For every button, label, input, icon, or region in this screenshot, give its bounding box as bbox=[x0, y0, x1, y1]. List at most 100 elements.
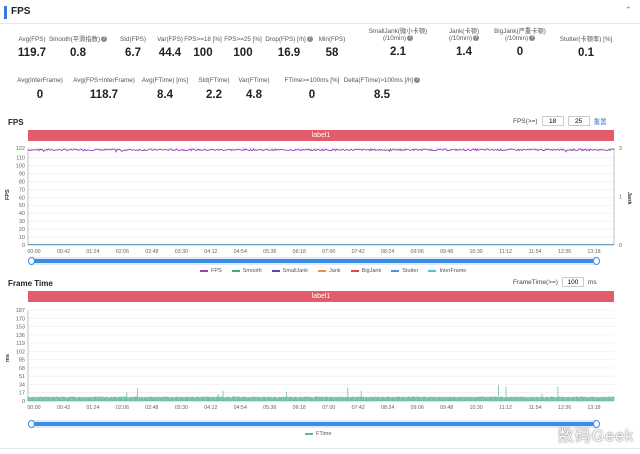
y-tick-label: 40 bbox=[19, 211, 25, 217]
header-accent-bar bbox=[4, 6, 7, 19]
fps-chart: 1221101009080706050403020100210JankFPS00… bbox=[5, 146, 632, 254]
x-tick-label: 00:00 bbox=[27, 405, 40, 411]
frametime-legend: FTime bbox=[305, 431, 331, 437]
stat-label-text: BigJank(严重卡顿) bbox=[494, 28, 546, 35]
legend-item-jank[interactable]: Jank bbox=[318, 268, 341, 274]
legend-label: Stutter bbox=[402, 268, 419, 274]
help-icon[interactable]: ? bbox=[414, 77, 421, 84]
x-tick-label: 09:48 bbox=[440, 405, 453, 411]
frametime-filter-label: FrameTime(>=) bbox=[513, 278, 558, 286]
legend-item-interframe[interactable]: InterFrame bbox=[428, 268, 466, 274]
frametime-threshold-input[interactable] bbox=[561, 277, 584, 287]
y-tick-label: 70 bbox=[19, 187, 25, 193]
fps-threshold-input-2[interactable] bbox=[567, 116, 590, 126]
x-tick-label: 08:24 bbox=[381, 249, 394, 254]
stat-stats_row2-5: FTime>=100ms [%] 0 bbox=[272, 77, 352, 101]
y-tick-label: 80 bbox=[19, 179, 25, 185]
x-tick-label: 02:06 bbox=[116, 249, 129, 254]
legend-item-stutter[interactable]: Stutter bbox=[391, 268, 418, 274]
panel-header: FPS ⌃ bbox=[0, 0, 640, 24]
chevron-up-icon[interactable]: ⌃ bbox=[624, 5, 632, 16]
y-tick-label: 122 bbox=[16, 146, 25, 152]
y-tick-label: 85 bbox=[19, 358, 25, 364]
legend-label: BigJank bbox=[361, 268, 382, 274]
fps-legend: FPS Smooth SmallJank Jank BigJank Stutter Inte… bbox=[200, 268, 466, 274]
fps-filter: FPS(>=) 重置 bbox=[513, 116, 607, 126]
legend-item-smalljank[interactable]: SmallJank bbox=[271, 268, 308, 274]
frametime-unit: ms bbox=[587, 278, 597, 286]
x-tick-label: 00:42 bbox=[57, 249, 70, 254]
stat-label-text: Min(FPS) bbox=[318, 36, 346, 43]
help-icon[interactable]: ? bbox=[473, 35, 480, 42]
x-tick-label: 10:30 bbox=[469, 249, 482, 254]
y-tick-label: 187 bbox=[16, 308, 25, 314]
y-right-axis-label: Jank bbox=[626, 192, 632, 205]
legend-label: InterFrame bbox=[439, 268, 467, 274]
frametime-time-scrollbar[interactable] bbox=[28, 420, 600, 428]
x-tick-label: 13:18 bbox=[587, 405, 600, 411]
stat-label-text: Avg(InterFrame) bbox=[17, 77, 63, 84]
y-axis-label: FPS bbox=[5, 189, 11, 200]
x-tick-label: 05:36 bbox=[263, 405, 276, 411]
x-tick-label: 02:48 bbox=[145, 405, 158, 411]
frametime-section-title: Frame Time bbox=[8, 279, 53, 288]
legend-item-smooth[interactable]: Smooth bbox=[231, 268, 262, 274]
stat-label-text: SmallJank(微小卡顿) bbox=[368, 28, 428, 35]
y-tick-label: 136 bbox=[16, 333, 25, 339]
scrollbar-handle-left[interactable] bbox=[28, 257, 35, 265]
stat-label: Stutter(卡顿率) [%] bbox=[546, 36, 626, 43]
y-tick-label: 119 bbox=[16, 341, 25, 347]
reset-button[interactable]: 重置 bbox=[594, 116, 607, 126]
legend-item-ftime[interactable]: FTime bbox=[305, 431, 331, 437]
help-icon[interactable]: ? bbox=[407, 35, 414, 42]
x-tick-label: 03:30 bbox=[175, 249, 188, 254]
stat-stats_row2-6: Delta(FTime)>100ms [/h]? 8.5 bbox=[342, 77, 422, 101]
legend-item-bigjank[interactable]: BigJank bbox=[350, 268, 382, 274]
fps-time-scrollbar[interactable] bbox=[28, 257, 600, 265]
stat-label-text: Stutter(卡顿率) [%] bbox=[559, 36, 613, 43]
x-tick-label: 00:00 bbox=[27, 249, 40, 254]
x-tick-label: 11:54 bbox=[529, 249, 542, 254]
x-tick-label: 12:36 bbox=[558, 249, 571, 254]
stat-label-text: Jank(卡顿) bbox=[448, 28, 480, 35]
legend-swatch bbox=[271, 270, 280, 272]
stat-label-unit: (/10min) bbox=[448, 35, 473, 42]
y-tick-label: 50 bbox=[19, 203, 25, 209]
y-axis-label: ms bbox=[5, 354, 11, 362]
x-tick-label: 06:18 bbox=[293, 249, 306, 254]
fps-section-title: FPS bbox=[8, 118, 24, 127]
x-tick-label: 01:24 bbox=[86, 405, 99, 411]
legend-swatch bbox=[350, 270, 359, 272]
x-tick-label: 08:24 bbox=[381, 405, 394, 411]
scrollbar-handle-left[interactable] bbox=[28, 420, 35, 428]
y-tick-label: 17 bbox=[19, 391, 25, 397]
x-tick-label: 04:12 bbox=[204, 405, 217, 411]
x-tick-label: 02:06 bbox=[116, 405, 129, 411]
x-tick-label: 11:54 bbox=[529, 405, 542, 411]
x-tick-label: 04:54 bbox=[234, 405, 247, 411]
y-tick-label: 51 bbox=[19, 374, 25, 380]
y-tick-label: 30 bbox=[19, 219, 25, 225]
y-tick-label: 100 bbox=[16, 163, 25, 169]
legend-swatch bbox=[305, 433, 313, 435]
stat-value: 0 bbox=[308, 89, 316, 101]
scrollbar-handle-right[interactable] bbox=[593, 257, 600, 265]
x-tick-label: 07:42 bbox=[352, 249, 365, 254]
stat-label-unit: (/10min) bbox=[504, 35, 529, 42]
divider bbox=[0, 448, 640, 449]
y-tick-label: 68 bbox=[19, 366, 25, 372]
x-tick-label: 11:12 bbox=[499, 405, 512, 411]
fps-threshold-input-1[interactable] bbox=[541, 116, 564, 126]
x-tick-label: 11:12 bbox=[499, 249, 512, 254]
scrollbar-fill bbox=[31, 259, 594, 263]
fps-label-banner: label1 bbox=[28, 130, 614, 141]
legend-item-fps[interactable]: FPS bbox=[200, 268, 222, 274]
stat-value: 8.5 bbox=[374, 89, 390, 101]
help-icon[interactable]: ? bbox=[529, 35, 536, 42]
y-right-tick-label: 0 bbox=[619, 243, 622, 249]
x-tick-label: 07:00 bbox=[322, 249, 335, 254]
x-tick-label: 13:18 bbox=[587, 249, 600, 254]
frametime-label-banner: label1 bbox=[28, 291, 614, 302]
legend-label: Jank bbox=[329, 268, 341, 274]
y-tick-label: 34 bbox=[19, 382, 25, 388]
